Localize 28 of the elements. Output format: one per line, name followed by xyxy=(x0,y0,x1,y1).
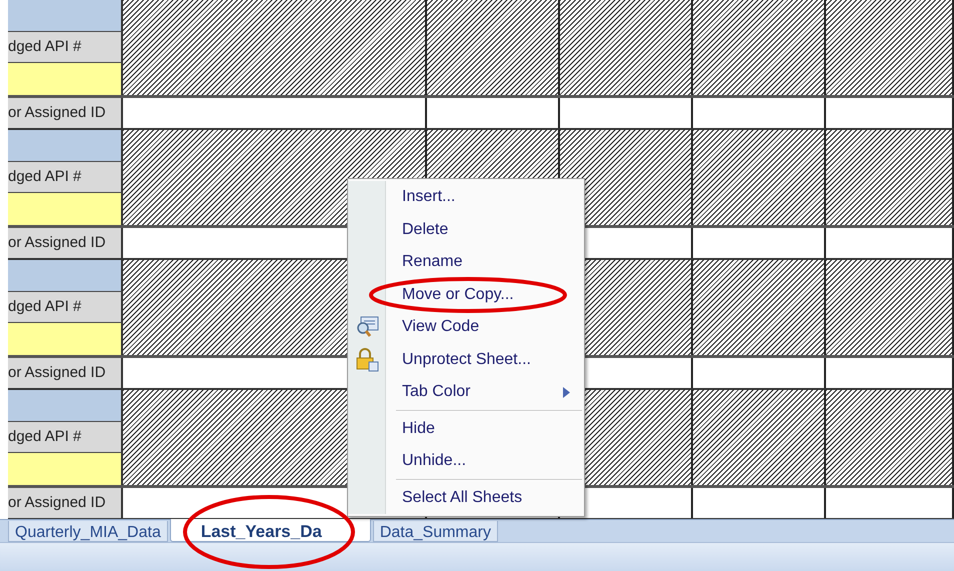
sheet-tab[interactable]: Last_Years_Da xyxy=(170,519,371,542)
menu-item[interactable]: Delete xyxy=(402,218,584,242)
menu-item[interactable]: Insert... xyxy=(402,185,584,210)
row-label: or Assigned ID xyxy=(8,98,123,128)
menu-item[interactable]: Unprotect Sheet... xyxy=(402,348,584,372)
input-cell[interactable] xyxy=(8,453,123,485)
input-cell[interactable] xyxy=(8,193,123,225)
row-label: or Assigned ID xyxy=(8,488,123,518)
menu-item[interactable]: Unhide... xyxy=(402,449,584,474)
row-label: or Assigned ID xyxy=(8,228,123,258)
view-code-icon xyxy=(355,316,379,338)
input-cell[interactable] xyxy=(8,63,123,95)
input-cell[interactable] xyxy=(8,323,123,355)
sheet-tab[interactable]: Data_Summary xyxy=(372,521,498,542)
lock-icon xyxy=(355,348,379,372)
sheet-tab[interactable]: Quarterly_MIA_Data xyxy=(8,521,168,542)
row-label: dged API # xyxy=(8,162,123,193)
menu-item[interactable]: Tab Color xyxy=(402,380,563,404)
row-label: or Assigned ID xyxy=(8,358,123,388)
row-label: dged API # xyxy=(8,422,123,453)
menu-item[interactable]: Rename xyxy=(402,250,584,274)
menu-item[interactable]: View Code xyxy=(402,315,584,340)
menu-item[interactable]: Move or Copy... xyxy=(402,282,584,307)
submenu-arrow-icon xyxy=(563,386,570,398)
row-label: dged API # xyxy=(8,32,123,63)
menu-item[interactable]: Hide xyxy=(402,416,584,441)
menu-item[interactable]: Select All Sheets xyxy=(402,486,584,510)
row-label: dged API # xyxy=(8,292,123,323)
